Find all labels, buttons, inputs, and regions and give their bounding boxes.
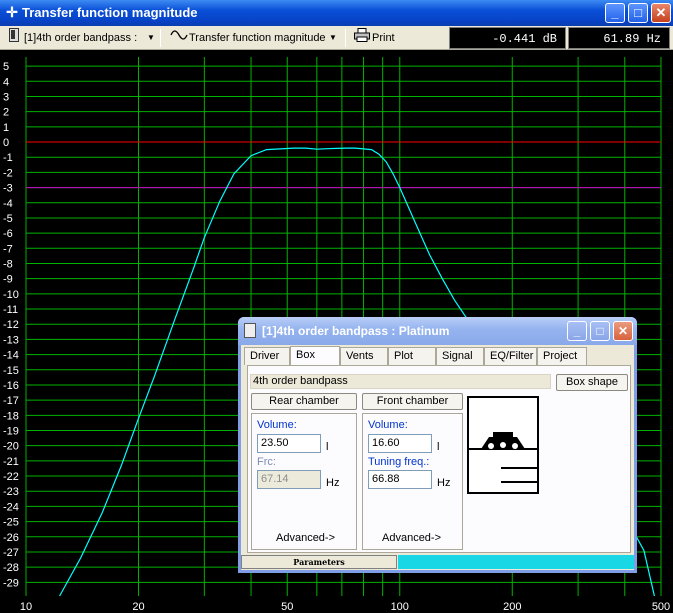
y-tick-label: -15 (3, 365, 19, 377)
enclosure-title: [1]4th order bandpass : Platinum (262, 324, 450, 338)
y-tick-label: -17 (3, 395, 19, 407)
tab-signal[interactable]: Signal (436, 347, 484, 365)
front-chamber-group: Volume: 16.60 l Tuning freq.: 66.88 Hz A… (362, 413, 463, 550)
front-advanced-link[interactable]: Advanced-> (382, 532, 441, 544)
y-tick-label: -26 (3, 532, 19, 544)
y-tick-label: -22 (3, 471, 19, 483)
front-volume-unit: l (437, 441, 440, 453)
y-tick-label: -11 (3, 304, 18, 316)
toolbar-separator (345, 29, 346, 47)
minimize-button[interactable]: _ (605, 3, 625, 23)
tab-plot[interactable]: Plot (388, 347, 436, 365)
plot-type-select[interactable]: Transfer function magnitude (189, 28, 326, 48)
hz-readout: 61.89 Hz (568, 27, 670, 49)
y-tick-label: -4 (3, 198, 13, 210)
enclosure-close-button[interactable]: ✕ (613, 321, 633, 341)
box-tab-panel: 4th order bandpass Box shape Rear chambe… (247, 365, 631, 553)
front-volume-label: Volume: (368, 419, 408, 431)
sine-wave-icon (170, 28, 188, 48)
y-tick-label: -27 (3, 547, 19, 559)
status-bar: Parameters (241, 555, 634, 569)
tab-driver[interactable]: Driver (244, 347, 290, 365)
box-icon (244, 323, 256, 338)
y-tick-label: 2 (3, 107, 9, 119)
toolbar-separator (160, 29, 161, 47)
y-tick-label: -1 (3, 152, 13, 164)
y-tick-label: -5 (3, 213, 13, 225)
x-tick-label: 100 (391, 601, 409, 613)
close-button[interactable]: ✕ (651, 3, 671, 23)
progress-fill (398, 555, 634, 569)
y-tick-label: -18 (3, 410, 19, 422)
y-tick-label: -25 (3, 517, 19, 529)
rear-chamber-group: Volume: 23.50 l Frc: 67.14 Hz Advanced-> (251, 413, 357, 550)
tab-eq-filter[interactable]: EQ/Filter (484, 347, 537, 365)
frc-unit: Hz (326, 477, 340, 489)
y-tick-label: 0 (3, 137, 9, 149)
y-tick-label: -3 (3, 183, 13, 195)
y-tick-label: 1 (3, 122, 9, 134)
enclosure-title-bar[interactable]: [1]4th order bandpass : Platinum _ □ ✕ (238, 317, 637, 345)
window-title: Transfer function magnitude (22, 5, 198, 20)
y-tick-label: -16 (3, 380, 19, 392)
y-tick-label: -28 (3, 562, 19, 574)
enclosure-maximize-button[interactable]: □ (590, 321, 610, 341)
y-tick-label: -12 (3, 319, 19, 331)
front-volume-input[interactable]: 16.60 (368, 434, 432, 453)
maximize-button[interactable]: □ (628, 3, 648, 23)
plot-type-dropdown-icon[interactable]: ▼ (327, 28, 339, 48)
rear-chamber-button[interactable]: Rear chamber (251, 393, 357, 410)
rear-volume-input[interactable]: 23.50 (257, 434, 321, 453)
y-tick-label: -10 (3, 289, 19, 301)
y-tick-label: -14 (3, 350, 19, 362)
x-tick-label: 200 (503, 601, 521, 613)
rear-volume-label: Volume: (257, 419, 297, 431)
front-chamber-button[interactable]: Front chamber (362, 393, 463, 410)
tab-box[interactable]: Box (290, 346, 340, 366)
y-tick-label: -21 (3, 456, 19, 468)
x-tick-label: 20 (132, 601, 144, 613)
box-shape-button[interactable]: Box shape (556, 374, 628, 391)
tuning-freq-input[interactable]: 66.88 (368, 470, 432, 489)
rear-volume-unit: l (326, 441, 329, 453)
y-tick-label: 3 (3, 91, 9, 103)
project-icon (8, 28, 20, 48)
x-tick-label: 50 (281, 601, 293, 613)
y-tick-label: 4 (3, 76, 9, 88)
y-tick-label: -8 (3, 258, 13, 270)
y-tick-label: -19 (3, 426, 19, 438)
toolbar: [1]4th order bandpass : ▼ Transfer funct… (0, 26, 673, 50)
tuning-freq-unit: Hz (437, 477, 451, 489)
status-parameters: Parameters (241, 555, 397, 569)
y-tick-label: -9 (3, 274, 13, 286)
rear-advanced-link[interactable]: Advanced-> (276, 532, 335, 544)
app-crosshair-icon: ✛ (6, 4, 18, 20)
tuning-freq-label: Tuning freq.: (368, 456, 430, 468)
y-tick-label: -20 (3, 441, 19, 453)
project-select[interactable]: [1]4th order bandpass : (24, 28, 137, 48)
y-tick-label: -7 (3, 243, 13, 255)
frc-input: 67.14 (257, 470, 321, 489)
tab-project[interactable]: Project (537, 347, 587, 365)
enclosure-window[interactable]: [1]4th order bandpass : Platinum _ □ ✕ D… (238, 317, 637, 573)
printer-icon[interactable] (354, 28, 370, 48)
y-tick-label: 5 (3, 61, 9, 73)
main-title-bar[interactable]: ✛ Transfer function magnitude _ □ ✕ (0, 0, 673, 26)
tab-vents[interactable]: Vents (340, 347, 388, 365)
project-dropdown-icon[interactable]: ▼ (145, 28, 157, 48)
y-tick-label: -6 (3, 228, 13, 240)
box-type-field: 4th order bandpass (250, 374, 551, 389)
db-readout: -0.441 dB (449, 27, 566, 49)
x-tick-label: 10 (20, 601, 32, 613)
x-tick-label: 500 (652, 601, 670, 613)
y-tick-label: -2 (3, 167, 13, 179)
bandpass-box-diagram (467, 396, 539, 494)
y-tick-label: -24 (3, 501, 19, 513)
y-tick-label: -23 (3, 486, 19, 498)
enclosure-minimize-button[interactable]: _ (567, 321, 587, 341)
print-button[interactable]: Print (372, 28, 395, 48)
y-tick-label: -29 (3, 577, 19, 589)
y-tick-label: -13 (3, 334, 19, 346)
frc-label: Frc: (257, 456, 276, 468)
